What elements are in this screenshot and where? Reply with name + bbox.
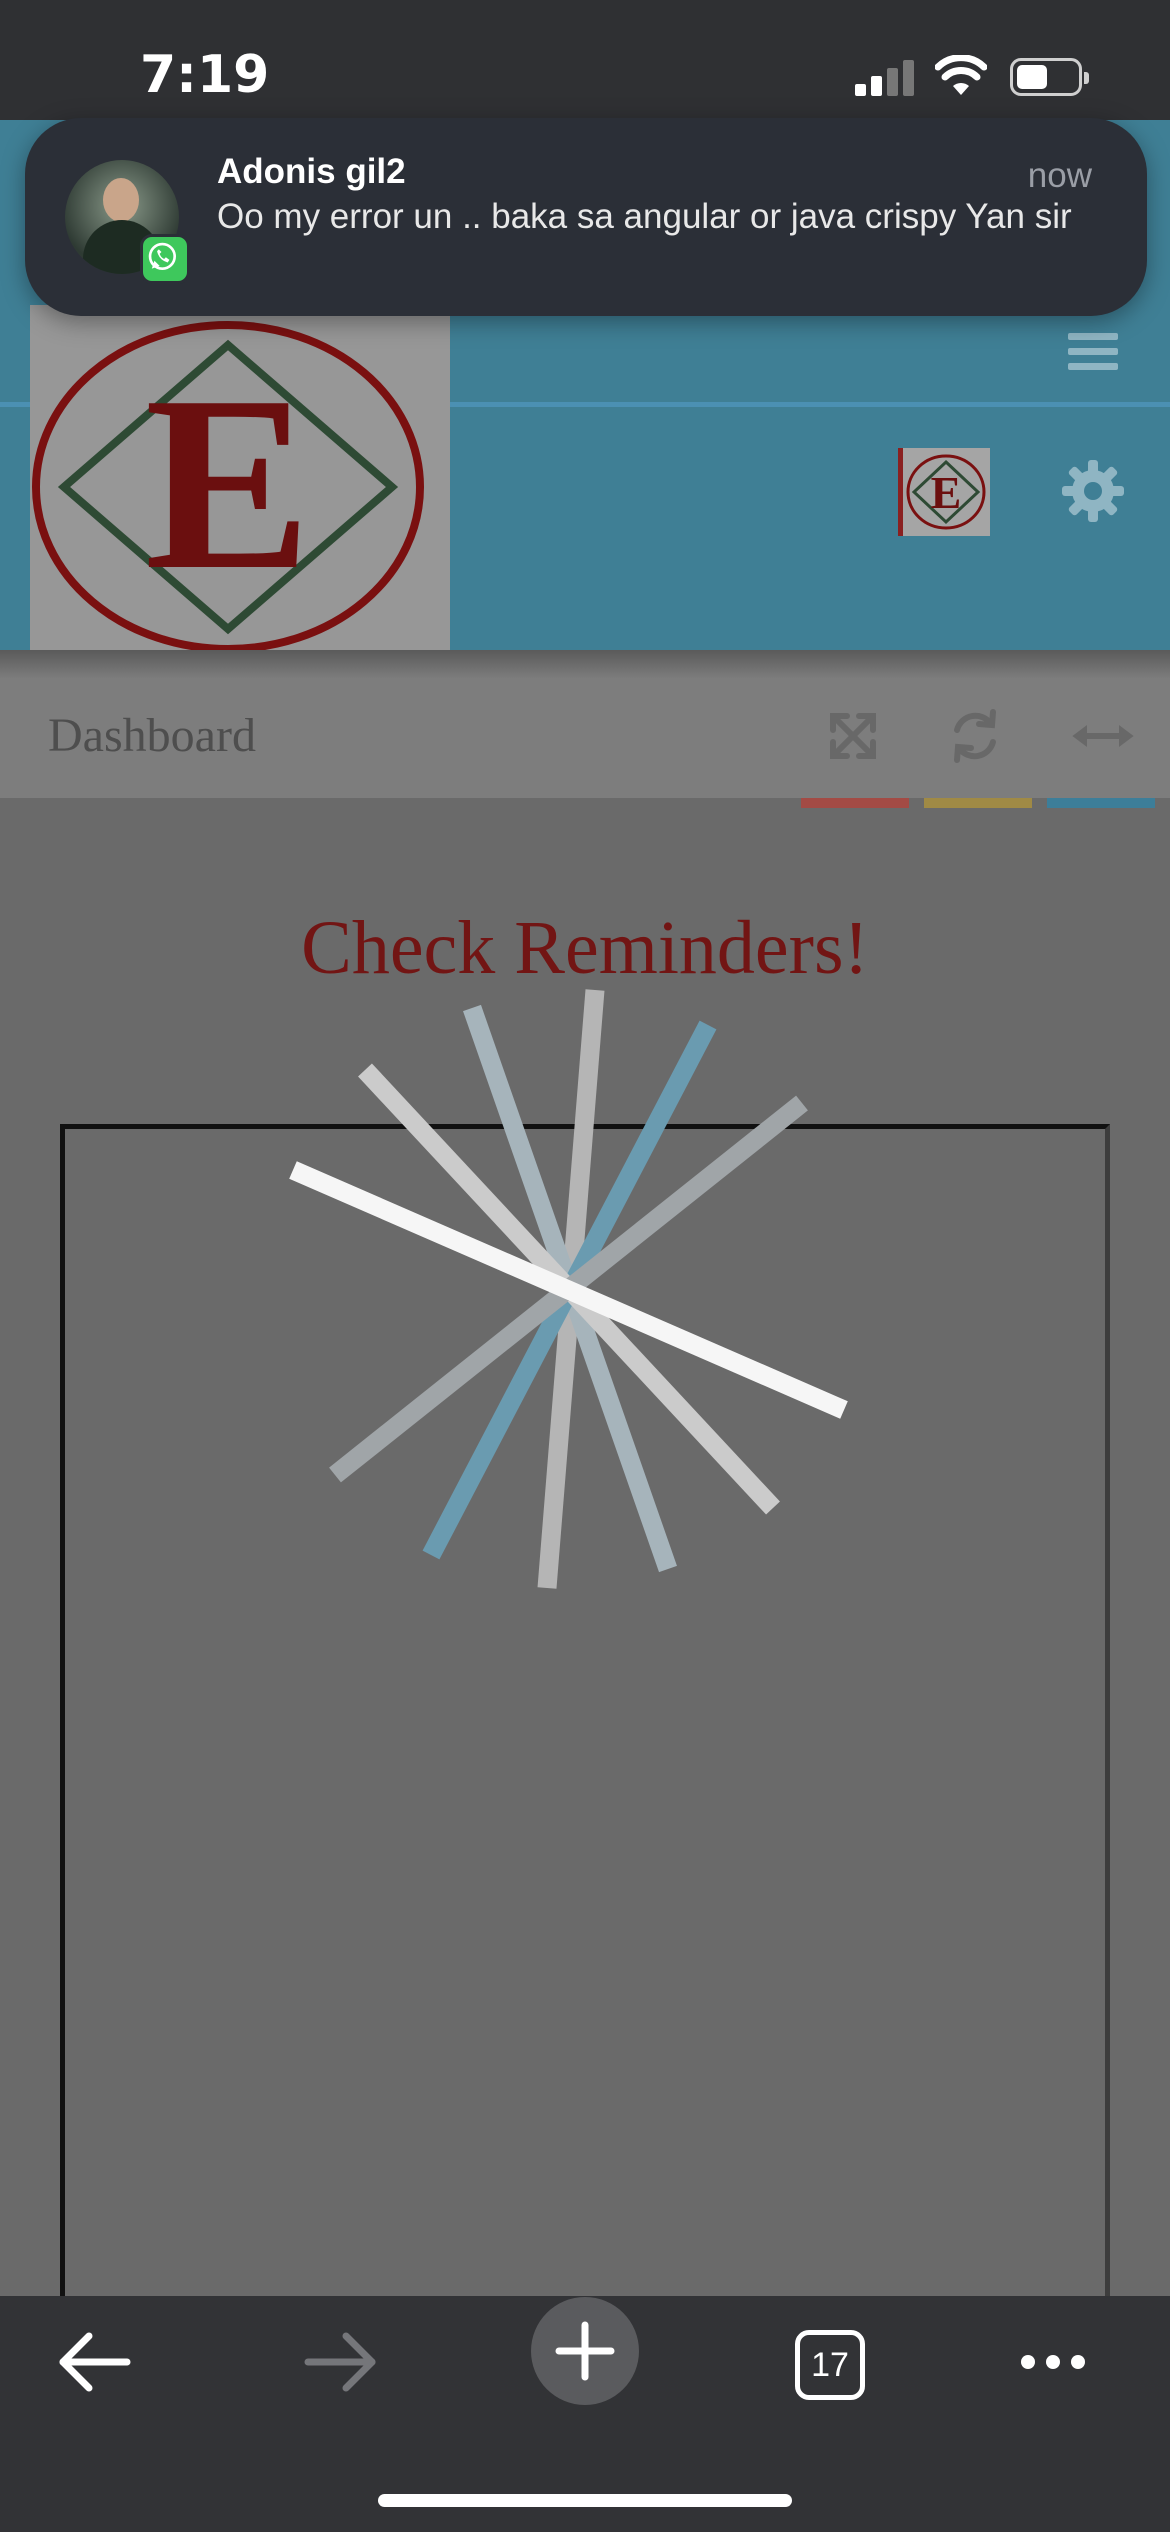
wifi-icon bbox=[935, 55, 987, 95]
resize-accent bbox=[1047, 798, 1155, 808]
company-logo[interactable]: E bbox=[30, 305, 450, 670]
battery-icon bbox=[1010, 58, 1089, 96]
home-indicator[interactable] bbox=[378, 2494, 792, 2507]
cellular-signal-icon bbox=[855, 58, 915, 96]
arrow-left-icon[interactable] bbox=[35, 2318, 155, 2418]
resize-horizontal-icon[interactable] bbox=[1070, 700, 1136, 770]
gear-icon[interactable] bbox=[1062, 460, 1124, 522]
status-bar: 7:19 bbox=[0, 0, 1170, 120]
refresh-accent bbox=[924, 798, 1032, 808]
user-avatar-logo[interactable]: E bbox=[898, 448, 990, 536]
content-title: Check Reminders! bbox=[301, 906, 869, 990]
reminders-panel bbox=[60, 1124, 1110, 2344]
expand-icon[interactable] bbox=[823, 700, 883, 770]
new-tab-button[interactable] bbox=[531, 2297, 639, 2405]
notification-sender: Adonis gil2 bbox=[217, 152, 406, 191]
page-title: Dashboard bbox=[48, 709, 256, 762]
hamburger-icon[interactable] bbox=[1068, 333, 1118, 375]
clock: 7:19 bbox=[140, 45, 270, 105]
notification-time: now bbox=[1027, 156, 1092, 195]
expand-accent bbox=[801, 798, 909, 808]
notification-banner[interactable]: Adonis gil2 now Oo my error un .. baka s… bbox=[25, 118, 1147, 316]
refresh-icon[interactable] bbox=[945, 700, 1005, 770]
notification-message: Oo my error un .. baka sa angular or jav… bbox=[217, 197, 1072, 236]
plus-icon bbox=[555, 2321, 615, 2381]
arrow-right-icon[interactable] bbox=[280, 2318, 400, 2418]
whatsapp-icon bbox=[140, 234, 190, 284]
ellipsis-icon[interactable] bbox=[1000, 2318, 1120, 2418]
logo-letter: E bbox=[145, 345, 312, 622]
tab-switcher-button[interactable]: 17 bbox=[795, 2330, 865, 2400]
svg-text:E: E bbox=[931, 467, 962, 518]
